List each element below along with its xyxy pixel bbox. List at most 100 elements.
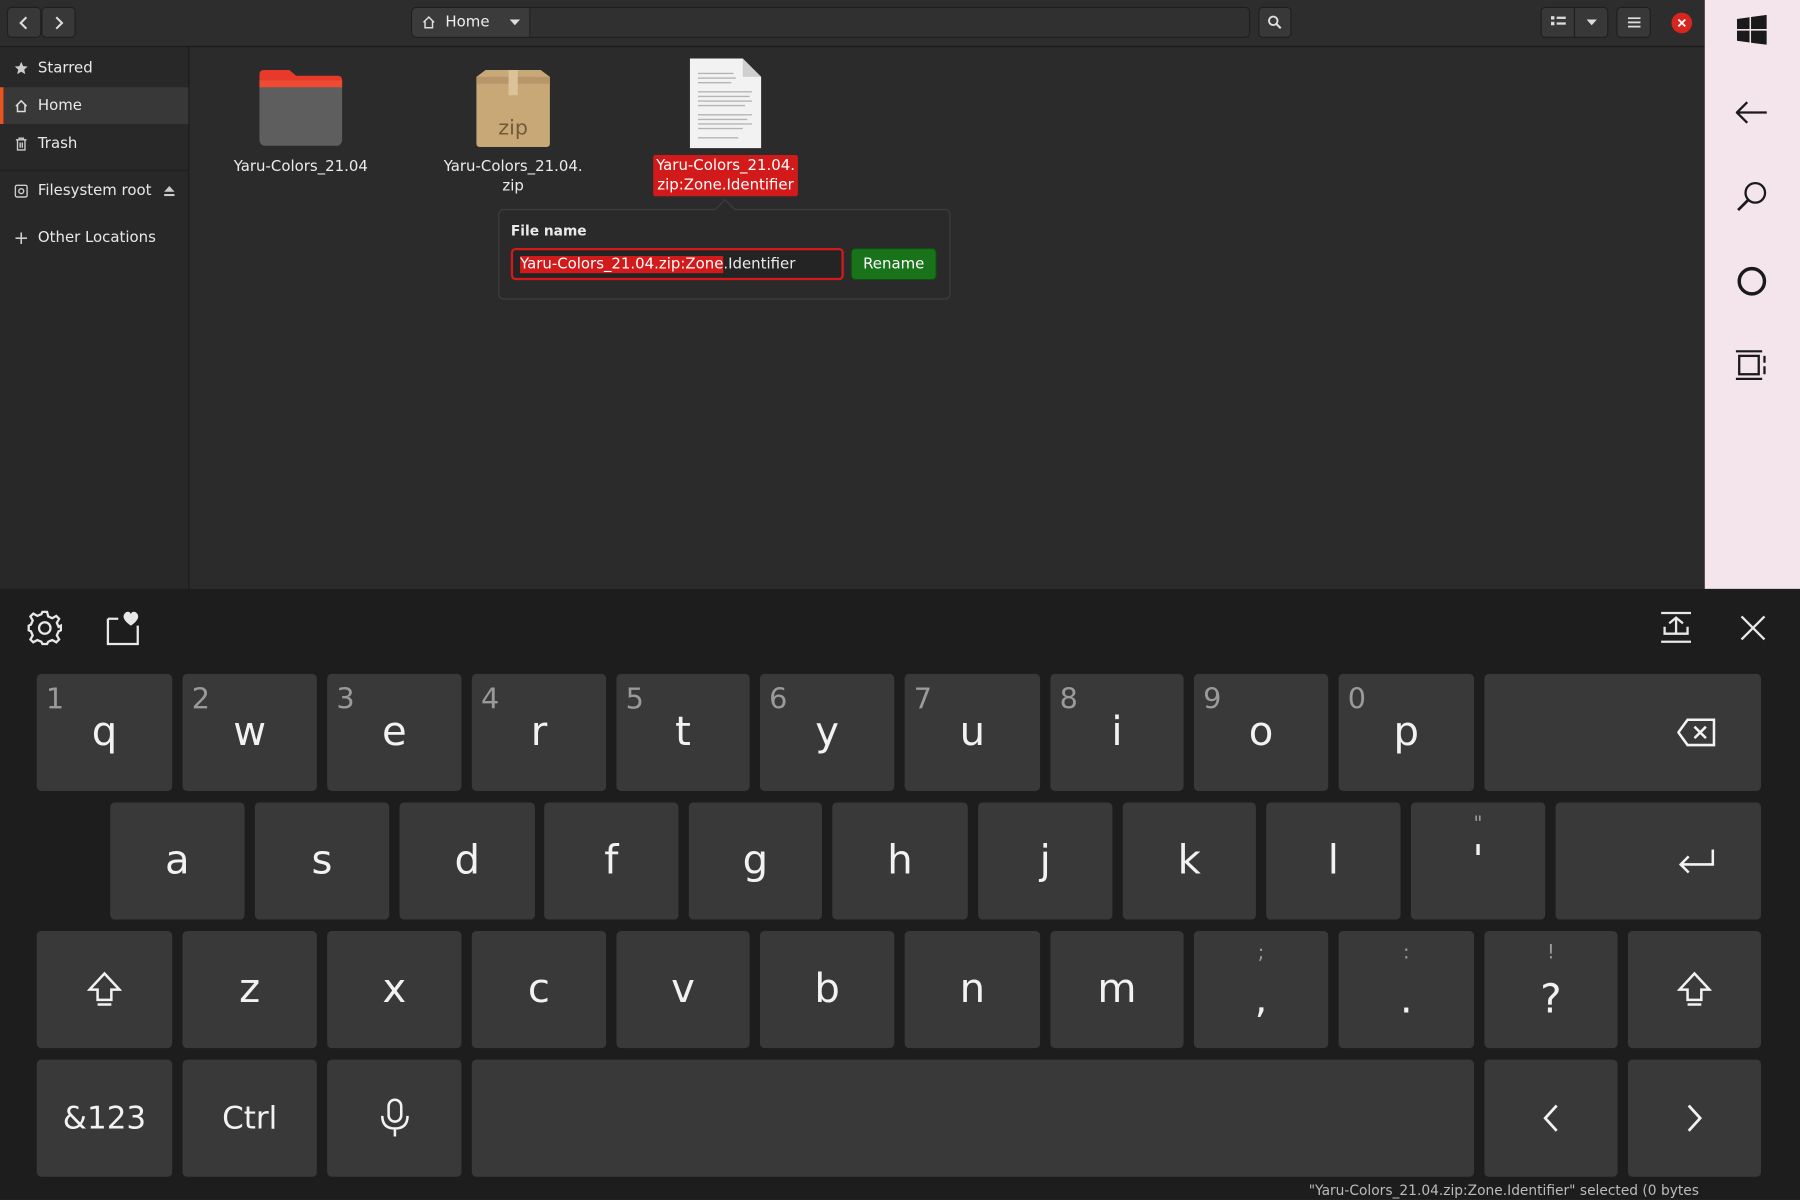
path-bar[interactable]: Home [410, 6, 1251, 38]
key-d[interactable]: d [399, 802, 535, 920]
key-space[interactable] [471, 1059, 1475, 1177]
key-p[interactable]: 0p [1338, 673, 1475, 791]
key-backspace[interactable] [1484, 673, 1762, 791]
key-e[interactable]: 3e [327, 673, 462, 791]
file-item-zip[interactable]: zip Yaru-Colors_21.04. zip [437, 65, 589, 196]
gear-icon [27, 610, 62, 646]
key-alt-number: 7 [913, 681, 933, 716]
key-m[interactable]: m [1050, 931, 1184, 1049]
key-alt-number: 8 [1059, 681, 1078, 716]
file-item-zone-identifier[interactable]: Yaru-Colors_21.04. zip:Zone.Identifier [650, 57, 802, 197]
key-shift-right[interactable] [1627, 931, 1762, 1049]
task-view-button[interactable] [1729, 342, 1775, 388]
key-a[interactable]: a [110, 802, 245, 920]
back-button[interactable] [6, 6, 42, 38]
file-item-folder[interactable]: Yaru-Colors_21.04 [225, 65, 377, 176]
view-options-button[interactable] [1573, 6, 1609, 38]
file-name-selected: Yaru-Colors_21.04. zip:Zone.Identifier [650, 154, 802, 197]
keyboard-settings-button[interactable] [22, 605, 68, 651]
key-label: g [742, 837, 769, 884]
cortana-button[interactable] [1729, 258, 1775, 304]
key-x[interactable]: x [327, 931, 462, 1049]
key-period[interactable]: :. [1338, 931, 1475, 1049]
keyboard-close-button[interactable] [1730, 605, 1776, 651]
key-label: t [675, 708, 691, 755]
key-enter[interactable] [1555, 802, 1762, 920]
key-label: z [239, 966, 261, 1012]
path-segment-home[interactable]: Home [412, 8, 531, 37]
windows-logo-icon [1736, 14, 1767, 45]
key-label: r [530, 708, 548, 755]
key-ctrl[interactable]: Ctrl [182, 1059, 317, 1177]
sidebar-item-trash[interactable]: Trash [0, 125, 188, 162]
sidebar-item-label: Other Locations [37, 229, 156, 247]
task-view-icon [1735, 350, 1766, 380]
key-label: . [1399, 976, 1413, 1023]
key-s[interactable]: s [254, 802, 390, 920]
eject-icon[interactable] [163, 184, 176, 197]
key-comma[interactable]: ;, [1193, 931, 1329, 1049]
windows-start-button[interactable] [1729, 7, 1775, 53]
key-label: m [1097, 966, 1137, 1012]
key-microphone[interactable] [327, 1059, 462, 1177]
key-y[interactable]: 6y [759, 673, 895, 791]
sidebar-item-starred[interactable]: Starred [0, 49, 188, 86]
key-shift-left[interactable] [36, 931, 173, 1049]
key-apostrophe[interactable]: " ' [1410, 802, 1546, 920]
key-w[interactable]: 2w [182, 673, 317, 791]
key-z[interactable]: z [182, 931, 317, 1049]
key-i[interactable]: 8i [1050, 673, 1184, 791]
search-nav-button[interactable] [1729, 173, 1775, 219]
key-l[interactable]: l [1266, 802, 1401, 920]
key-question[interactable]: !? [1484, 931, 1618, 1049]
key-arrow-right[interactable] [1627, 1059, 1762, 1177]
back-nav-button[interactable] [1729, 90, 1775, 136]
key-label: n [959, 966, 986, 1012]
key-g[interactable]: g [688, 802, 822, 920]
key-label: q [91, 708, 118, 755]
search-button[interactable] [1258, 6, 1292, 38]
key-h[interactable]: h [832, 802, 968, 920]
keyboard-dock-icon [1661, 611, 1692, 643]
menu-button[interactable] [1616, 6, 1651, 38]
shift-icon [87, 971, 122, 1006]
keyboard-emoji-clipboard-button[interactable] [100, 605, 146, 651]
home-icon [13, 98, 29, 114]
key-u[interactable]: 7u [904, 673, 1041, 791]
key-c[interactable]: c [471, 931, 607, 1049]
backspace-icon [1677, 718, 1716, 747]
key-b[interactable]: b [759, 931, 895, 1049]
key-j[interactable]: j [978, 802, 1113, 920]
rename-button[interactable]: Rename [850, 247, 937, 281]
chevron-right-icon [1687, 1104, 1703, 1132]
view-list-button[interactable] [1540, 6, 1576, 38]
key-alt-number: 1 [45, 681, 65, 716]
filename-input[interactable]: Yaru-Colors_21.04.zip:Zone .Identifier [510, 247, 844, 281]
key-f[interactable]: f [544, 802, 679, 920]
keyboard-dock-button[interactable] [1653, 605, 1699, 651]
key-arrow-left[interactable] [1484, 1059, 1618, 1177]
forward-button[interactable] [41, 6, 76, 38]
chevron-right-icon [55, 15, 64, 29]
sidebar: Starred Home Trash Filesystem root Other… [0, 47, 190, 589]
key-n[interactable]: n [904, 931, 1041, 1049]
sidebar-item-other-locations[interactable]: Other Locations [0, 219, 188, 256]
file-name: Yaru-Colors_21.04. zip [443, 158, 583, 196]
circle-icon [1737, 266, 1767, 296]
sidebar-item-home[interactable]: Home [0, 87, 189, 124]
sidebar-item-filesystem-root[interactable]: Filesystem root [0, 172, 188, 209]
key-o[interactable]: 9o [1193, 673, 1329, 791]
path-label: Home [445, 13, 490, 31]
key-v[interactable]: v [616, 931, 750, 1049]
key-t[interactable]: 5t [616, 673, 750, 791]
close-window-button[interactable] [1671, 12, 1693, 34]
close-icon [1677, 18, 1686, 28]
key-symbols[interactable]: &123 [36, 1059, 173, 1177]
key-label: , [1254, 976, 1268, 1023]
filename-rest: .Identifier [723, 255, 796, 273]
key-q[interactable]: 1q [36, 673, 173, 791]
zip-icon-label: zip [498, 115, 528, 139]
key-k[interactable]: k [1122, 802, 1256, 920]
shift-icon [1677, 971, 1712, 1006]
key-r[interactable]: 4r [471, 673, 607, 791]
